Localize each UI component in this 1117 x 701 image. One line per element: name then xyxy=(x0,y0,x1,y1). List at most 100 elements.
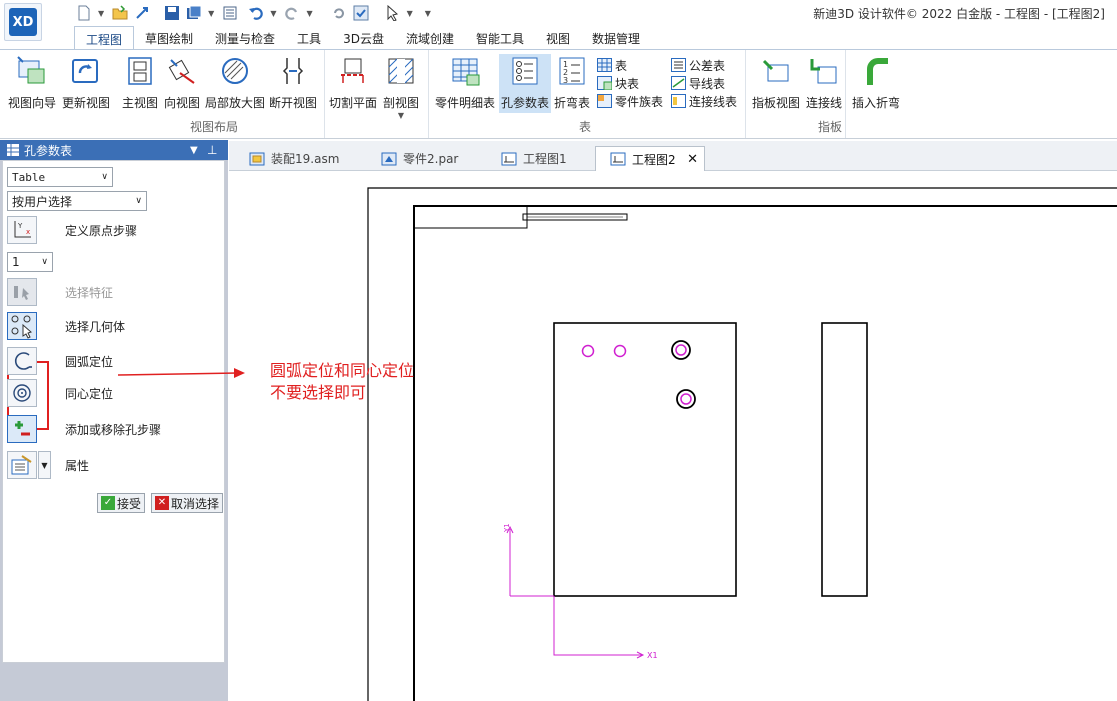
select-dropdown-icon[interactable]: ▼ xyxy=(407,9,413,18)
tab-3d-cloud[interactable]: 3D云盘 xyxy=(332,26,395,50)
add-remove-label: 添加或移除孔步骤 xyxy=(65,422,162,437)
tab-tools[interactable]: 工具 xyxy=(286,26,332,50)
app-logo[interactable]: XD xyxy=(4,3,42,41)
hole-3-outer[interactable] xyxy=(671,340,691,360)
section-view-dropdown-icon[interactable]: ▼ xyxy=(398,111,404,120)
tab-flow[interactable]: 流域创建 xyxy=(395,26,465,50)
add-remove-step[interactable]: 添加或移除孔步骤 xyxy=(7,415,161,443)
panel-menu-icon[interactable]: ▼ xyxy=(190,145,198,156)
main-view-button[interactable]: 主视图 xyxy=(122,54,158,111)
sheet-view-button[interactable]: 指板视图 xyxy=(752,54,800,111)
group-bend: 插入折弯 xyxy=(846,50,908,138)
tolerance-table-button[interactable]: 公差表 xyxy=(671,56,725,74)
tab-sketch[interactable]: 草图绘制 xyxy=(134,26,204,50)
hole-4-outer[interactable] xyxy=(676,389,696,409)
properties-dropdown-icon[interactable]: ▼ xyxy=(38,451,51,479)
connect-line-button[interactable]: 连接线 xyxy=(806,54,842,111)
block-table-label: 块表 xyxy=(615,76,640,91)
selection-mode-value: 按用户选择 xyxy=(12,194,73,209)
hole-2[interactable] xyxy=(613,344,627,358)
pin-icon[interactable]: ⊥ xyxy=(207,143,217,157)
doc-tab-assembly-label: 装配19.asm xyxy=(271,152,340,166)
wire-table-button[interactable]: 导线表 xyxy=(671,74,725,92)
block-table-button[interactable]: 块表 xyxy=(597,74,639,92)
properties-step[interactable]: ▼ 属性 xyxy=(7,451,89,479)
tolerance-table-label: 公差表 xyxy=(689,58,726,73)
concentric-locate-step[interactable]: 同心定位 xyxy=(7,379,113,407)
selection-mode-select[interactable]: 按用户选择 ∨ xyxy=(7,191,147,211)
connector-table-button[interactable]: 连接线表 xyxy=(671,92,737,110)
tab-data-mgmt[interactable]: 数据管理 xyxy=(581,26,651,50)
bom-table-icon xyxy=(452,58,480,86)
update-view-button[interactable]: 更新视图 xyxy=(62,54,110,111)
properties-icon[interactable] xyxy=(222,5,238,21)
group-label-table: 表 xyxy=(579,120,592,134)
redo-dropdown-icon[interactable]: ▼ xyxy=(306,9,312,18)
hole-3-inner[interactable] xyxy=(675,344,687,356)
select-arrow-icon[interactable] xyxy=(385,5,401,21)
select-geometry-step[interactable]: 选择几何体 xyxy=(7,312,125,340)
close-tab-icon[interactable]: ✕ xyxy=(687,152,698,167)
hole-table-label: 孔参数表 xyxy=(501,96,550,110)
cancel-select-button[interactable]: ✕ 取消选择 xyxy=(151,493,224,513)
arc-locate-step[interactable]: 圆弧定位 xyxy=(7,347,113,375)
hole-table-button[interactable]: 孔参数表 xyxy=(499,54,552,113)
break-view-button[interactable]: 断开视图 xyxy=(269,54,317,111)
undo-icon[interactable] xyxy=(248,5,264,21)
save-all-icon[interactable] xyxy=(186,5,202,21)
origin-icon: Yx xyxy=(7,216,37,244)
launch-icon[interactable] xyxy=(134,5,150,21)
format-select[interactable]: Table ∨ xyxy=(7,167,113,187)
connector-table-label: 连接线表 xyxy=(689,94,738,109)
tab-view[interactable]: 视图 xyxy=(535,26,581,50)
doc-tab-part[interactable]: 零件2.par xyxy=(375,146,485,171)
front-view-outline[interactable] xyxy=(553,322,737,597)
sheet-view-icon xyxy=(762,59,789,82)
accept-button[interactable]: ✓ 接受 xyxy=(97,493,146,513)
tab-measure[interactable]: 测量与检查 xyxy=(204,26,286,50)
section-view-button[interactable]: 剖视图 ▼ xyxy=(383,54,419,120)
detail-view-button[interactable]: 局部放大图 xyxy=(205,54,265,111)
balloon-table-button[interactable]: 零件族表 xyxy=(597,92,663,110)
tab-drawing[interactable]: 工程图 xyxy=(74,26,135,50)
save-dropdown-icon[interactable]: ▼ xyxy=(208,9,214,18)
x-axis-line xyxy=(553,596,642,656)
check-icon[interactable] xyxy=(353,5,369,21)
main-view-icon xyxy=(128,57,152,85)
save-icon[interactable] xyxy=(164,5,180,21)
svg-text:3: 3 xyxy=(563,76,568,85)
properties-icon xyxy=(7,451,37,479)
direction-view-button[interactable]: 向视图 xyxy=(164,54,200,111)
doc-tab-drawing2[interactable]: 工程图2 ✕ xyxy=(595,146,705,171)
undo-dropdown-icon[interactable]: ▼ xyxy=(270,9,276,18)
bend-table-icon: 123 xyxy=(559,57,585,85)
hole-4-inner[interactable] xyxy=(680,393,692,405)
table-button[interactable]: 表 xyxy=(597,56,627,74)
define-origin-step[interactable]: Yx 定义原点步骤 xyxy=(7,216,137,244)
format-select-value: Table xyxy=(12,170,46,184)
connect-line-label: 连接线 xyxy=(806,96,843,110)
hole-table-panel: 孔参数表 ▼ ⊥ Table ∨ 按用户选择 ∨ Yx 定义原点步骤 1 ∨ 选… xyxy=(0,140,228,701)
view-wizard-button[interactable]: 视图向导 xyxy=(8,54,56,111)
hole-table-icon xyxy=(512,57,538,85)
bom-table-button[interactable]: 零件明细表 xyxy=(435,54,495,111)
revert-icon[interactable] xyxy=(331,5,347,21)
redo-icon[interactable] xyxy=(284,5,300,21)
cut-plane-button[interactable]: 切割平面 xyxy=(329,54,377,111)
doc-tab-drawing1[interactable]: 工程图1 xyxy=(495,146,599,171)
break-view-label: 断开视图 xyxy=(269,96,318,110)
side-view-outline[interactable] xyxy=(821,322,868,597)
insert-bend-button[interactable]: 插入折弯 xyxy=(852,54,900,111)
hole-1[interactable] xyxy=(581,344,595,358)
tab-smart-tools[interactable]: 智能工具 xyxy=(465,26,535,50)
detail-view-label: 局部放大图 xyxy=(205,96,266,110)
doc-tab-assembly[interactable]: 装配19.asm xyxy=(243,146,363,171)
new-file-icon[interactable] xyxy=(76,5,92,21)
drawing-canvas[interactable]: Y1 X1 xyxy=(229,172,1117,701)
step-number-select[interactable]: 1 ∨ xyxy=(7,252,53,272)
new-dropdown-icon[interactable]: ▼ xyxy=(98,9,104,18)
doc-tab-drawing1-label: 工程图1 xyxy=(523,152,567,166)
customize-qa-icon[interactable]: ▼ xyxy=(425,9,431,18)
bend-table-button[interactable]: 123 折弯表 xyxy=(554,54,590,111)
open-folder-icon[interactable] xyxy=(112,5,128,21)
